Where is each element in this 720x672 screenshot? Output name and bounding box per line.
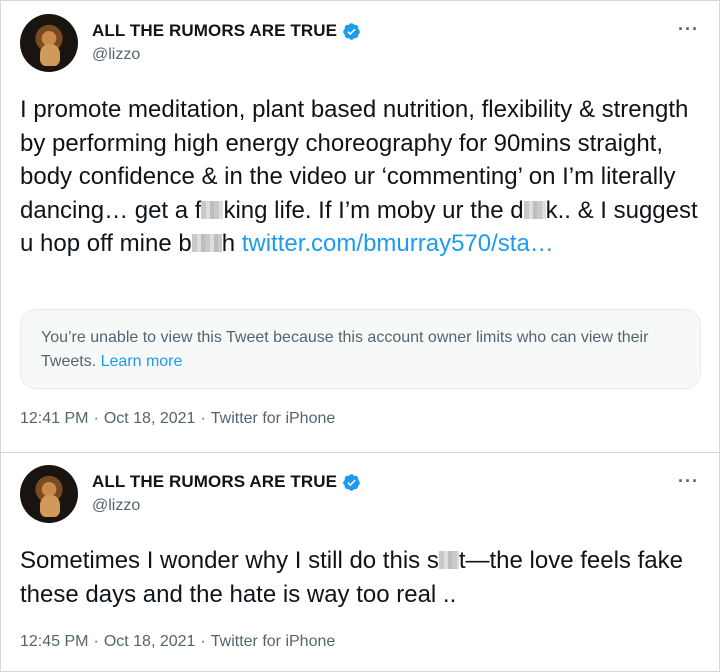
tweet-metadata: 12:45 PM · Oct 18, 2021 · Twitter for iP… xyxy=(20,633,335,651)
display-name[interactable]: ALL THE RUMORS ARE TRUE xyxy=(92,472,361,492)
censor-blur xyxy=(523,200,546,219)
censor-blur xyxy=(191,234,222,252)
tweet-text: Sometimes I wonder why I still do this s… xyxy=(20,544,710,611)
censor-blur xyxy=(438,551,459,569)
tweet-metadata: 12:41 PM · Oct 18, 2021 · Twitter for iP… xyxy=(20,410,335,428)
verified-badge-icon xyxy=(343,22,360,40)
tweet-time[interactable]: 12:45 PM xyxy=(20,633,88,651)
learn-more-link[interactable]: Learn more xyxy=(101,353,183,370)
meta-separator: · xyxy=(200,633,206,650)
more-options-icon[interactable]: ··· xyxy=(678,471,699,492)
tweet-time[interactable]: 12:41 PM xyxy=(20,410,88,428)
tweet-text-part: Sometimes I wonder why I still do this s xyxy=(20,547,439,574)
avatar[interactable] xyxy=(20,465,78,523)
verified-badge-icon xyxy=(343,473,360,491)
tweet-text: I promote meditation, plant based nutrit… xyxy=(20,93,710,261)
meta-separator: · xyxy=(200,410,206,427)
tweet-link[interactable]: twitter.com/bmurray570/sta… xyxy=(242,230,554,257)
tweet-source[interactable]: Twitter for iPhone xyxy=(211,410,336,428)
tweet-source[interactable]: Twitter for iPhone xyxy=(211,633,336,651)
tweet-thread: ALL THE RUMORS ARE TRUE @lizzo ··· I pro… xyxy=(0,0,720,672)
unavailable-tweet-notice: You’re unable to view this Tweet because… xyxy=(20,309,701,389)
tweet-card[interactable]: ALL THE RUMORS ARE TRUE @lizzo ··· I pro… xyxy=(1,1,719,453)
meta-separator: · xyxy=(93,410,99,427)
censor-blur xyxy=(201,200,224,219)
display-name[interactable]: ALL THE RUMORS ARE TRUE xyxy=(92,21,361,41)
username-handle[interactable]: @lizzo xyxy=(92,46,140,64)
tweet-card[interactable]: ALL THE RUMORS ARE TRUE @lizzo ··· Somet… xyxy=(1,453,719,671)
more-options-icon[interactable]: ··· xyxy=(678,19,699,40)
tweet-date[interactable]: Oct 18, 2021 xyxy=(104,633,196,651)
tweet-date[interactable]: Oct 18, 2021 xyxy=(104,410,196,428)
tweet-text-part: king life. If I’m moby ur the d xyxy=(223,196,524,224)
display-name-text[interactable]: ALL THE RUMORS ARE TRUE xyxy=(92,21,337,41)
avatar[interactable] xyxy=(20,14,78,72)
tweet-text-part: h xyxy=(221,230,242,257)
username-handle[interactable]: @lizzo xyxy=(92,497,140,515)
display-name-text[interactable]: ALL THE RUMORS ARE TRUE xyxy=(92,472,337,492)
meta-separator: · xyxy=(93,633,99,650)
